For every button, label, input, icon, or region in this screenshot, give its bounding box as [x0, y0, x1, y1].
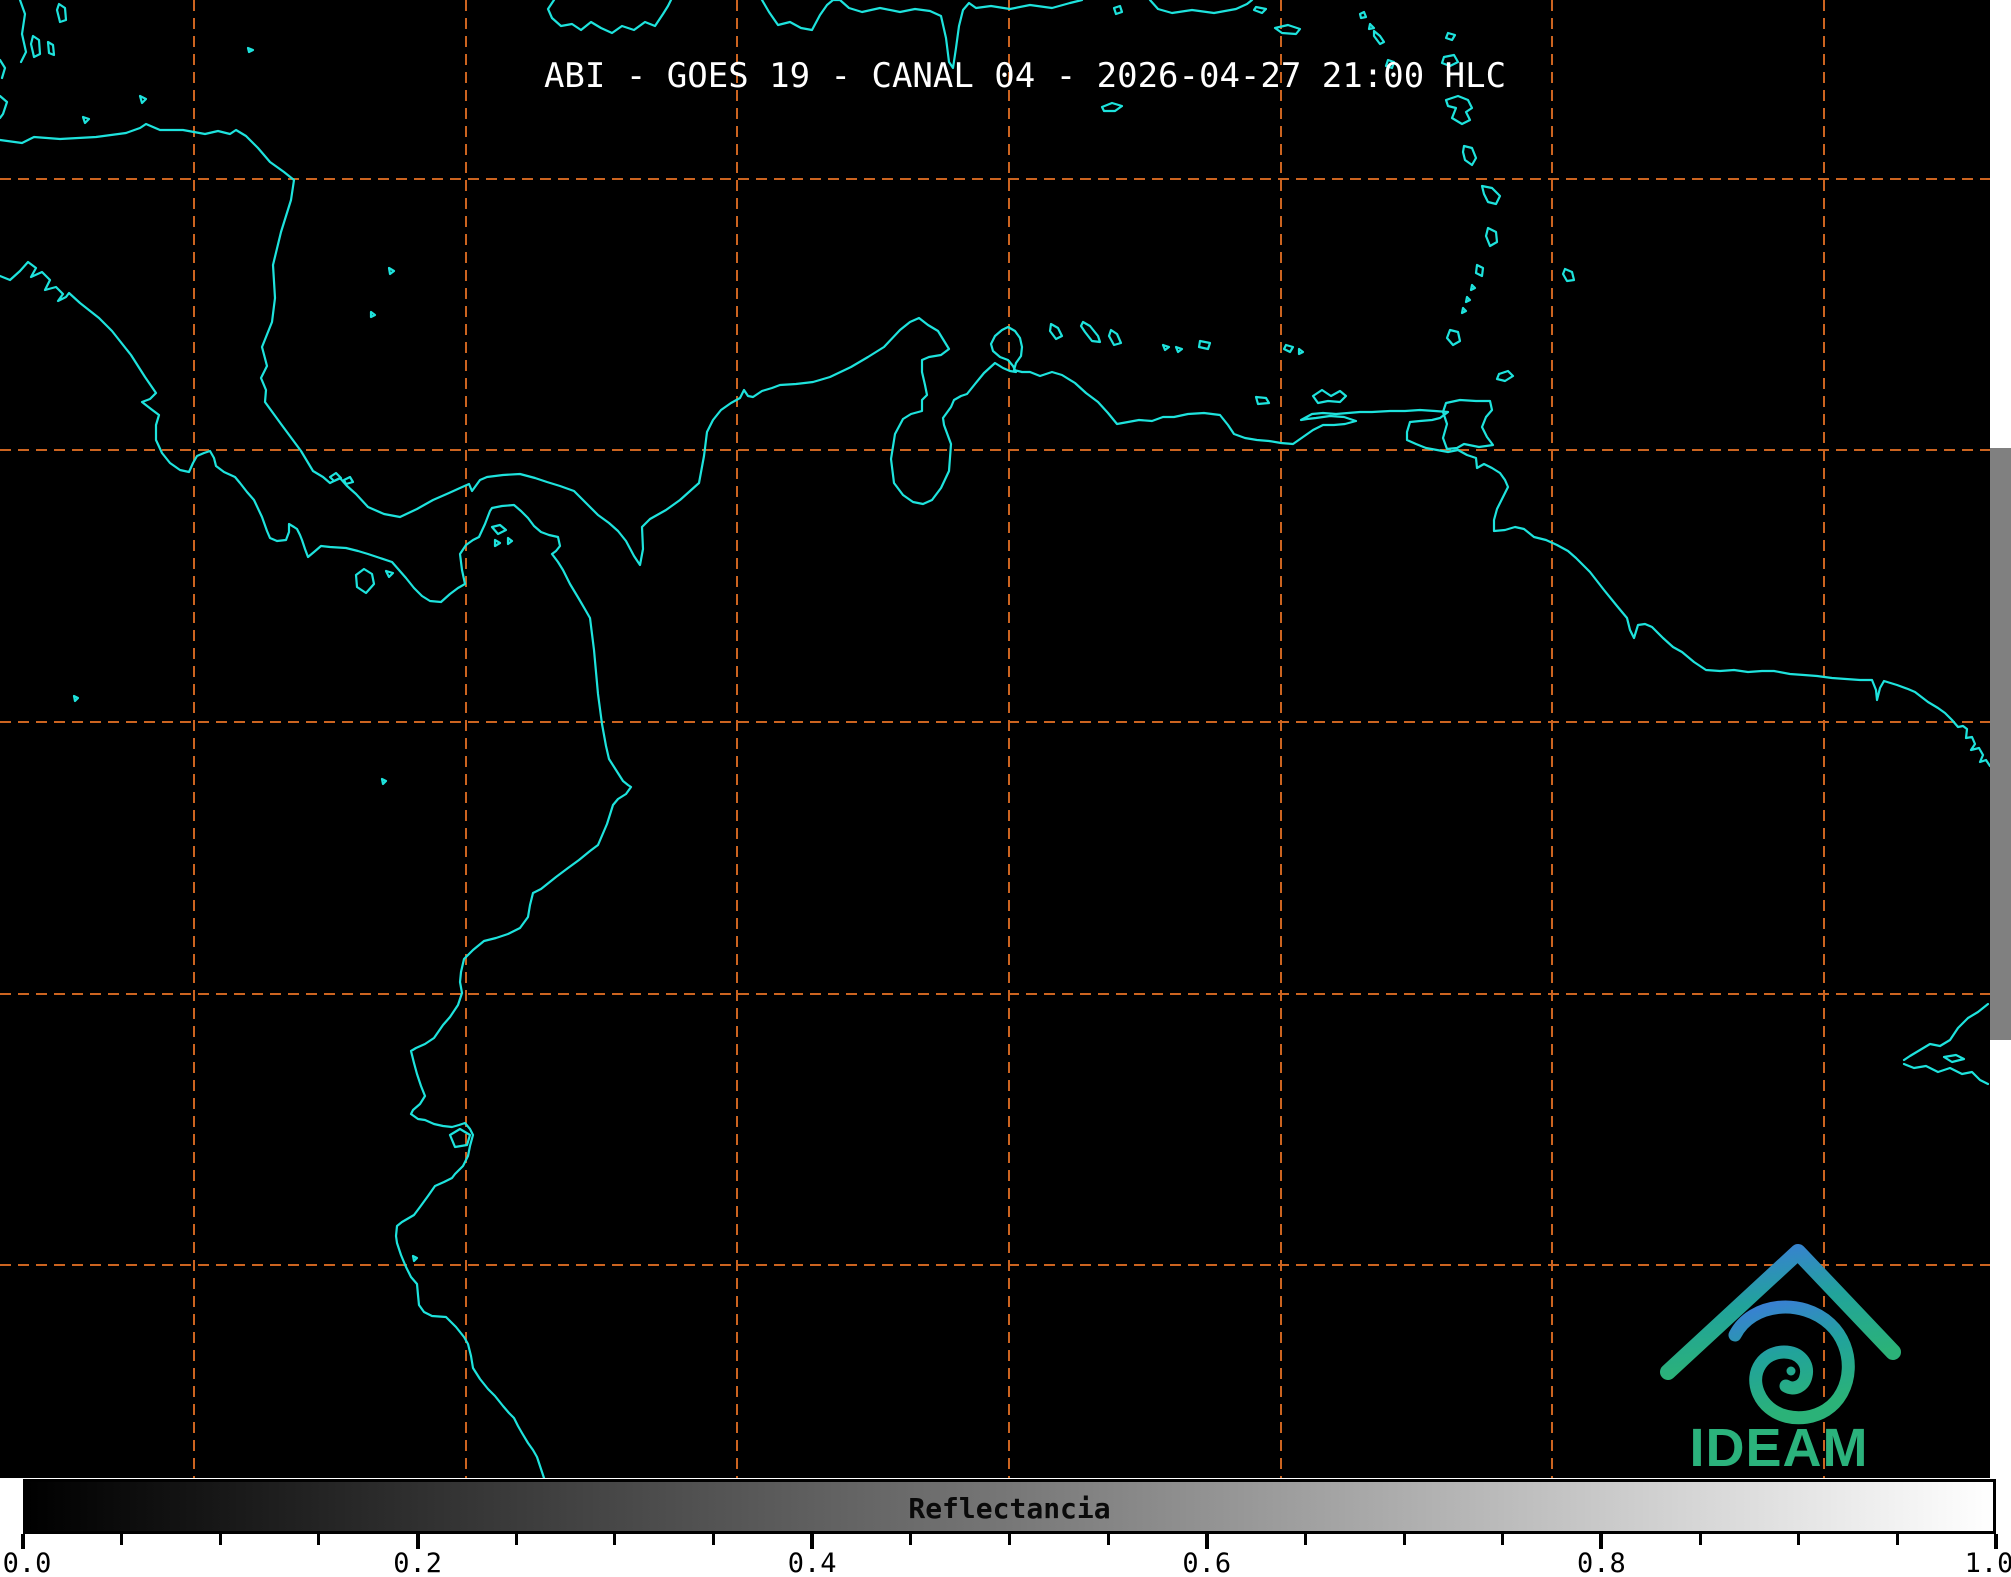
colorbar-tick — [415, 1534, 420, 1549]
colorbar-tick — [21, 1534, 25, 1549]
nodata-strip — [1990, 1040, 2011, 1478]
ideam-logo-swirl-eye — [1786, 1366, 1796, 1376]
colorbar-tick — [712, 1534, 716, 1545]
colorbar-strip: Reflectancia 0.0 0.2 0.4 0.6 0.8 1.0 — [0, 1478, 2011, 1577]
colorbar-tick — [120, 1534, 124, 1545]
colorbar-tick — [1895, 1534, 1899, 1545]
satellite-viewer: ABI - GOES 19 - CANAL 04 - 2026-04-27 21… — [0, 0, 2011, 1577]
colorbar-tick — [1994, 1534, 1998, 1549]
colorbar-tick — [1402, 1534, 1406, 1545]
colorbar-tick — [810, 1534, 815, 1549]
colorbar-tick-label: 1.0 — [1964, 1548, 2011, 1577]
nodata-strip — [1990, 448, 2011, 1040]
colorbar-tick — [1698, 1534, 1702, 1545]
colorbar-tick — [317, 1534, 321, 1545]
colorbar-tick-label: 0.0 — [2, 1548, 52, 1577]
colorbar-tick — [613, 1534, 617, 1545]
colorbar-tick — [1303, 1534, 1307, 1545]
colorbar-tick — [1204, 1534, 1209, 1549]
colorbar-tick-label: 0.6 — [1182, 1548, 1232, 1577]
image-title: ABI - GOES 19 - CANAL 04 - 2026-04-27 21… — [543, 56, 1507, 96]
colorbar-tick-label: 0.2 — [393, 1548, 442, 1577]
ideam-logo-swirl-icon — [1728, 1300, 1855, 1425]
ideam-logo-text: IDEAM — [1690, 1418, 1869, 1475]
colorbar-tick — [1599, 1534, 1604, 1549]
nodata-strip — [1990, 0, 2011, 448]
colorbar-tick — [1501, 1534, 1505, 1545]
colorbar-tick — [1797, 1534, 1801, 1545]
colorbar-tick — [1008, 1534, 1011, 1545]
ideam-logo: IDEAM — [1660, 1244, 1901, 1475]
colorbar-tick-label: 0.8 — [1577, 1548, 1626, 1577]
colorbar-tick — [218, 1534, 222, 1545]
colorbar-title: Reflectancia — [908, 1492, 1111, 1525]
island-outline — [246, 46, 255, 54]
colorbar-tick — [514, 1534, 518, 1545]
colorbar-tick-label: 0.4 — [787, 1548, 837, 1577]
colorbar-tick — [1106, 1534, 1110, 1545]
colorbar-tick — [909, 1534, 913, 1545]
